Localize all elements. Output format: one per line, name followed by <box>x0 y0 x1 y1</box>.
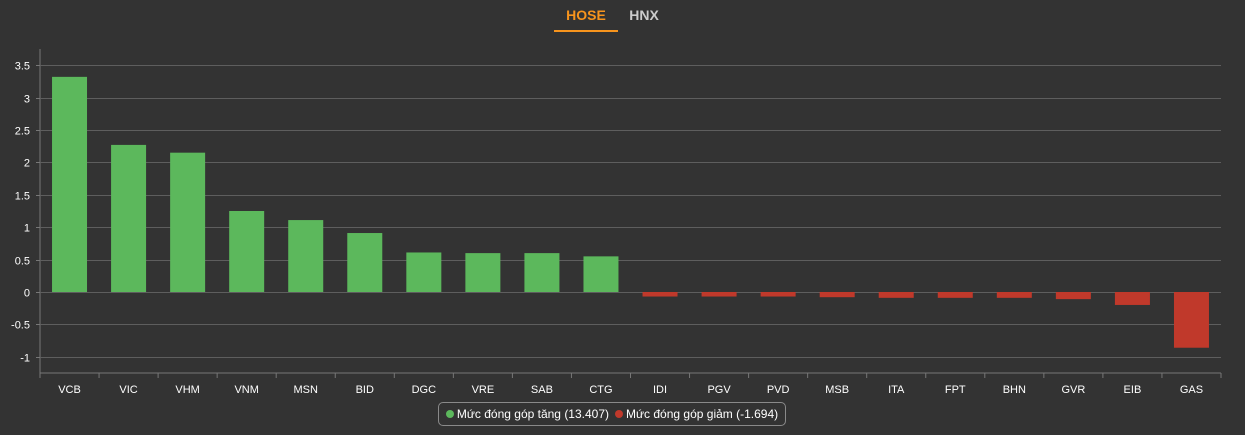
x-tick-label: VNM <box>234 384 258 396</box>
bar-vhm[interactable] <box>170 152 206 292</box>
x-tick-label: BID <box>356 384 374 396</box>
x-tick-label: FPT <box>945 384 966 396</box>
x-tick-label: VIC <box>119 384 137 396</box>
x-axis-ticks: VCB VIC VHM VNM MSN BID DGC VRE SAB CTG IDI PGV PVD M… <box>39 373 1222 396</box>
bar-vic[interactable] <box>111 144 147 292</box>
y-tick-label: 1.5 <box>15 191 30 203</box>
x-tick-label: PGV <box>707 384 731 396</box>
y-tick-label: 2 <box>24 158 30 170</box>
grid-lines <box>36 49 1221 374</box>
bar-ita[interactable] <box>878 292 914 298</box>
x-tick-label: ITA <box>888 384 905 396</box>
legend-increase-label: Mức đóng góp tăng (13.407) <box>456 407 610 421</box>
bar-ctg[interactable] <box>583 256 619 292</box>
legend-item-increase[interactable]: Mức đóng góp tăng (13.407) <box>445 407 610 421</box>
y-tick-label: 3 <box>24 94 30 106</box>
x-tick-label: VRE <box>472 384 495 396</box>
bar-gvr[interactable] <box>1055 292 1091 300</box>
green-dot-icon <box>445 410 454 418</box>
bar-bid[interactable] <box>347 233 383 292</box>
x-tick-label: GVR <box>1061 384 1085 396</box>
x-tick-label: BHN <box>1003 384 1026 396</box>
bar-dgc[interactable] <box>406 252 442 292</box>
y-tick-label: 0 <box>24 288 30 300</box>
bar-fpt[interactable] <box>937 292 973 298</box>
bars <box>52 76 1209 348</box>
bar-pgv[interactable] <box>701 292 737 297</box>
y-tick-label: 0.5 <box>15 256 30 268</box>
bar-msn[interactable] <box>288 220 324 292</box>
bar-eib[interactable] <box>1114 292 1150 305</box>
x-tick-label: MSN <box>293 384 318 396</box>
y-tick-label: 2.5 <box>15 126 30 138</box>
bar-idi[interactable] <box>642 292 678 297</box>
bar-bhn[interactable] <box>996 292 1032 298</box>
bar-vcb[interactable] <box>52 76 88 292</box>
chart-legend: Mức đóng góp tăng (13.407) Mức đóng góp … <box>438 402 786 426</box>
red-dot-icon <box>615 410 624 418</box>
y-tick-label: 3.5 <box>15 61 30 73</box>
x-tick-label: DGC <box>412 384 437 396</box>
x-tick-label: GAS <box>1180 384 1203 396</box>
y-tick-label: 1 <box>24 223 30 235</box>
bar-vnm[interactable] <box>229 211 265 292</box>
y-tick-label: -1 <box>20 353 30 365</box>
y-tick-label: -0.5 <box>11 320 30 332</box>
x-tick-label: VHM <box>175 384 199 396</box>
legend-item-decrease[interactable]: Mức đóng góp giảm (-1.694) <box>615 407 778 421</box>
legend-decrease-label: Mức đóng góp giảm (-1.694) <box>626 407 779 421</box>
bar-msb[interactable] <box>819 292 855 298</box>
x-tick-label: EIB <box>1124 384 1142 396</box>
x-tick-label: IDI <box>653 384 667 396</box>
y-axis-ticks: 3.5 3 2.5 2 1.5 1 0.5 0 -0.5 -1 <box>11 61 30 365</box>
contribution-bar-chart: 3.5 3 2.5 2 1.5 1 0.5 0 -0.5 -1 VCB VIC VHM VNM MSN BI… <box>11 49 1222 396</box>
x-tick-label: PVD <box>767 384 790 396</box>
bar-vre[interactable] <box>465 253 501 292</box>
x-tick-label: VCB <box>58 384 81 396</box>
x-tick-label: CTG <box>589 384 612 396</box>
bar-gas[interactable] <box>1173 292 1209 348</box>
x-tick-label: SAB <box>531 384 553 396</box>
x-tick-label: MSB <box>825 384 849 396</box>
bar-sab[interactable] <box>524 253 560 292</box>
bar-pvd[interactable] <box>760 292 796 297</box>
